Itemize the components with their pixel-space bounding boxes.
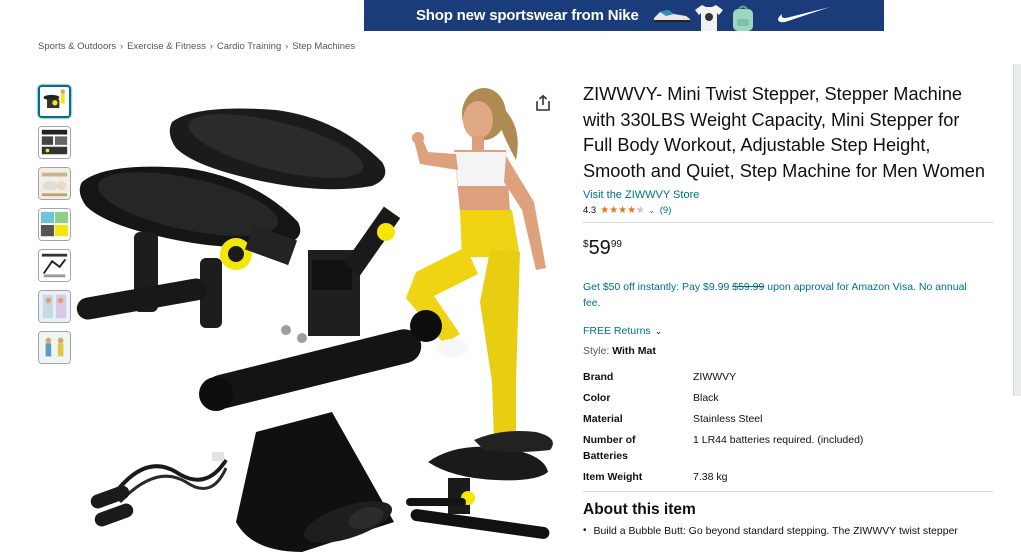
review-count-link[interactable]: (9) [660, 205, 672, 216]
divider [583, 491, 993, 493]
spec-row-batteries: Number of Batteries 1 LR44 batteries req… [583, 432, 993, 464]
spec-value: ZIWWVY [693, 371, 737, 384]
about-bullet-text: Build a Bubble Butt: Go beyond standard … [593, 525, 958, 538]
price-fraction: 99 [610, 239, 622, 251]
image-thumbnail-list [38, 85, 71, 364]
star-full-icon: ★ [627, 204, 637, 216]
style-value: With Mat [612, 345, 656, 358]
image-thumbnail[interactable] [38, 208, 71, 241]
breadcrumb-separator: › [120, 41, 124, 51]
spec-row-weight: Item Weight 7.38 kg [583, 469, 993, 485]
spec-row-color: Color Black [583, 390, 993, 406]
price-whole: 59 [588, 237, 611, 260]
star-partial-icon: ★ [636, 204, 646, 216]
star-full-icon: ★ [618, 204, 628, 216]
chevron-down-icon: ⌄ [654, 325, 663, 336]
price: $ 59 99 [583, 237, 993, 259]
breadcrumb-separator: › [209, 41, 213, 51]
backpack-icon [733, 5, 753, 31]
spec-value: 7.38 kg [693, 471, 728, 484]
star-full-icon: ★ [600, 204, 610, 216]
breadcrumb-exercise-fitness[interactable]: Exercise & Fitness [127, 41, 206, 52]
share-icon[interactable] [534, 94, 552, 112]
spec-value: Black [693, 392, 719, 405]
spec-row-brand: Brand ZIWWVY [583, 369, 993, 385]
rating-stars[interactable]: ★ ★ ★ ★ ★ [600, 204, 646, 216]
promo-strike-price: $59.99 [732, 281, 765, 294]
breadcrumb-cardio-training[interactable]: Cardio Training [217, 41, 281, 52]
about-bullet: • Build a Bubble Butt: Go beyond standar… [583, 525, 993, 537]
breadcrumb-step-machines[interactable]: Step Machines [292, 41, 355, 52]
divider [583, 222, 993, 224]
spec-key: Number of Batteries [583, 434, 636, 463]
spec-key: Material [583, 413, 623, 426]
ad-text: Shop new sportswear from Nike [416, 7, 639, 24]
free-returns-dropdown[interactable]: FREE Returns ⌄ [583, 325, 993, 337]
product-details: ZIWWVY- Mini Twist Stepper, Stepper Mach… [583, 82, 993, 537]
spec-value: 1 LR44 batteries required. (included) [693, 434, 864, 447]
spec-key: Brand [583, 371, 614, 384]
style-selection: Style: With Mat [583, 345, 993, 357]
spec-key: Color [583, 392, 611, 405]
spec-key: Item Weight [583, 471, 643, 484]
breadcrumb-separator: › [285, 41, 289, 51]
image-thumbnail[interactable] [38, 249, 71, 282]
bullet-icon: • [583, 525, 587, 537]
product-title: ZIWWVY- Mini Twist Stepper, Stepper Mach… [583, 84, 986, 181]
rating-value: 4.3 [583, 205, 597, 217]
about-section-title: About this item [583, 501, 696, 519]
free-returns-label: FREE Returns [583, 325, 651, 338]
breadcrumb: Sports & Outdoors › Exercise & Fitness ›… [38, 41, 355, 52]
style-label: Style: [583, 345, 610, 358]
rating-row: 4.3 ★ ★ ★ ★ ★ ⌄ (9) [583, 205, 993, 216]
tshirt-icon [695, 5, 723, 31]
spec-value: Stainless Steel [693, 413, 763, 426]
image-thumbnail[interactable] [38, 167, 71, 200]
visit-store-link[interactable]: Visit the ZIWWVY Store [583, 189, 993, 201]
image-thumbnail[interactable] [38, 290, 71, 323]
sponsored-ad-banner[interactable]: Shop new sportswear from Nike [364, 0, 884, 31]
nike-logo-icon [778, 7, 830, 23]
image-thumbnail[interactable] [38, 126, 71, 159]
sneaker-icon [654, 10, 690, 22]
breadcrumb-sports-outdoors[interactable]: Sports & Outdoors [38, 41, 116, 52]
promo-prefix: Get $50 off instantly: Pay $9.99 [583, 281, 730, 294]
star-full-icon: ★ [609, 204, 619, 216]
product-specs-table: Brand ZIWWVY Color Black Material Stainl… [583, 369, 993, 485]
main-product-image[interactable] [76, 82, 571, 557]
credit-card-promo[interactable]: Get $50 off instantly: Pay $9.99 $59.99 … [583, 279, 983, 311]
image-thumbnail[interactable] [38, 331, 71, 364]
image-thumbnail[interactable] [38, 85, 71, 118]
spec-row-material: Material Stainless Steel [583, 411, 993, 427]
side-panel-edge [1013, 64, 1021, 396]
chevron-down-icon[interactable]: ⌄ [648, 206, 655, 215]
